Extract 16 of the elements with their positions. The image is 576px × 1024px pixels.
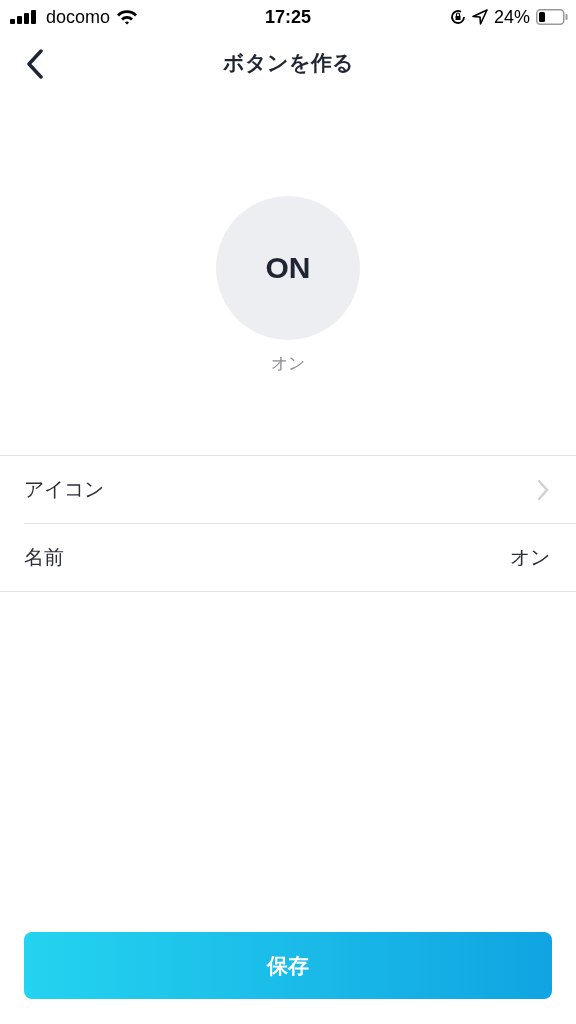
carrier-name: docomo	[46, 6, 111, 28]
name-row[interactable]: 名前 オン	[24, 523, 576, 591]
row-value: オン	[510, 544, 550, 571]
button-label: オン	[271, 352, 305, 375]
wifi-icon	[116, 9, 139, 25]
button-preview: ON	[216, 196, 360, 340]
chevron-icon	[536, 478, 550, 501]
battery-icon	[536, 9, 568, 25]
battery-percent: 24%	[493, 6, 530, 28]
rotation-lock-icon	[449, 9, 466, 25]
row-label: 名前	[24, 544, 64, 571]
icon-row[interactable]: アイコン	[24, 456, 576, 523]
location-arrow-icon	[471, 9, 488, 25]
row-label: アイコン	[24, 476, 104, 503]
status-time: 17:25	[263, 6, 312, 28]
page-title: ボタンを作る	[222, 50, 354, 77]
